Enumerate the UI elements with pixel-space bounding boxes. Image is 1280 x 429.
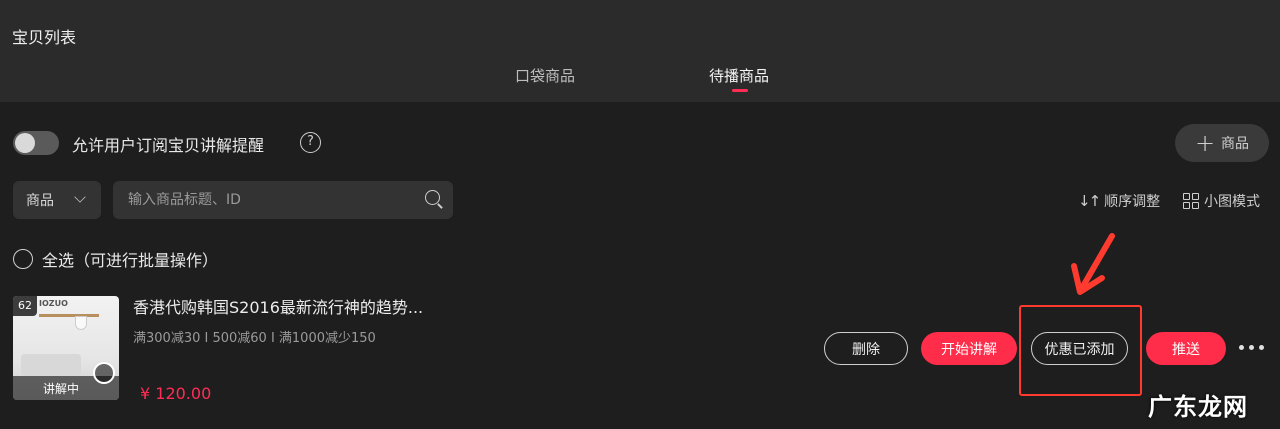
category-select[interactable]: 商品	[13, 181, 101, 219]
sort-adjust-button[interactable]: ↓↑ 顺序调整	[1078, 191, 1160, 211]
annotation-arrow-icon	[1071, 233, 1115, 295]
search-input[interactable]	[113, 181, 453, 219]
annotation-highlight-box	[1019, 305, 1142, 396]
toggle-knob	[15, 133, 35, 153]
toggle-label: 允许用户订阅宝贝讲解提醒	[72, 136, 265, 155]
add-product-label: 商品	[1221, 136, 1250, 152]
more-options-icon[interactable]	[1239, 345, 1264, 350]
delete-button[interactable]: 删除	[824, 332, 908, 365]
select-all-radio[interactable]: 全选（可进行批量操作）	[13, 247, 218, 271]
grid-view-icon	[1183, 193, 1199, 209]
tab-pocket-products[interactable]: 口袋商品	[515, 65, 575, 86]
select-all-label: 全选（可进行批量操作）	[42, 251, 219, 270]
product-price: ¥ 120.00	[140, 384, 212, 403]
thumb-lamp	[75, 316, 87, 330]
product-title[interactable]: 香港代购韩国S2016最新流行神的趋势...	[133, 294, 423, 318]
chevron-down-icon	[74, 191, 86, 203]
watermark-text: 广东龙网	[1148, 393, 1248, 421]
view-mode-button[interactable]: 小图模式	[1183, 191, 1260, 211]
push-button[interactable]: 推送	[1146, 332, 1226, 365]
radio-icon	[13, 249, 33, 269]
plus-icon: +	[1194, 129, 1216, 157]
thumb-furniture	[21, 354, 81, 376]
page-title: 宝贝列表	[12, 28, 77, 47]
explaining-status-text: 讲解中	[43, 382, 80, 396]
play-icon	[93, 362, 115, 384]
product-rank-badge: 62	[13, 296, 37, 316]
help-icon[interactable]: ?	[300, 132, 321, 153]
thumb-brand-text: IOZUO	[39, 299, 68, 308]
subscribe-reminder-toggle[interactable]	[13, 131, 59, 155]
tab-pending-products[interactable]: 待播商品	[709, 65, 769, 86]
add-product-button[interactable]: + 商品	[1175, 124, 1269, 162]
search-icon[interactable]	[425, 190, 440, 205]
start-explain-button[interactable]: 开始讲解	[921, 332, 1017, 365]
product-promo-text: 满300减30 I 500减60 I 满1000减少150	[133, 331, 376, 346]
active-tab-indicator	[732, 89, 748, 92]
category-select-value: 商品	[26, 193, 54, 209]
top-panel: 宝贝列表 口袋商品 待播商品	[0, 0, 1280, 102]
product-thumbnail[interactable]: 62 IOZUO 讲解中	[13, 296, 119, 400]
view-mode-label: 小图模式	[1204, 194, 1260, 210]
sort-adjust-label: 顺序调整	[1104, 194, 1161, 210]
sort-icon: ↓↑	[1078, 192, 1101, 210]
thumb-shelf	[39, 314, 99, 317]
